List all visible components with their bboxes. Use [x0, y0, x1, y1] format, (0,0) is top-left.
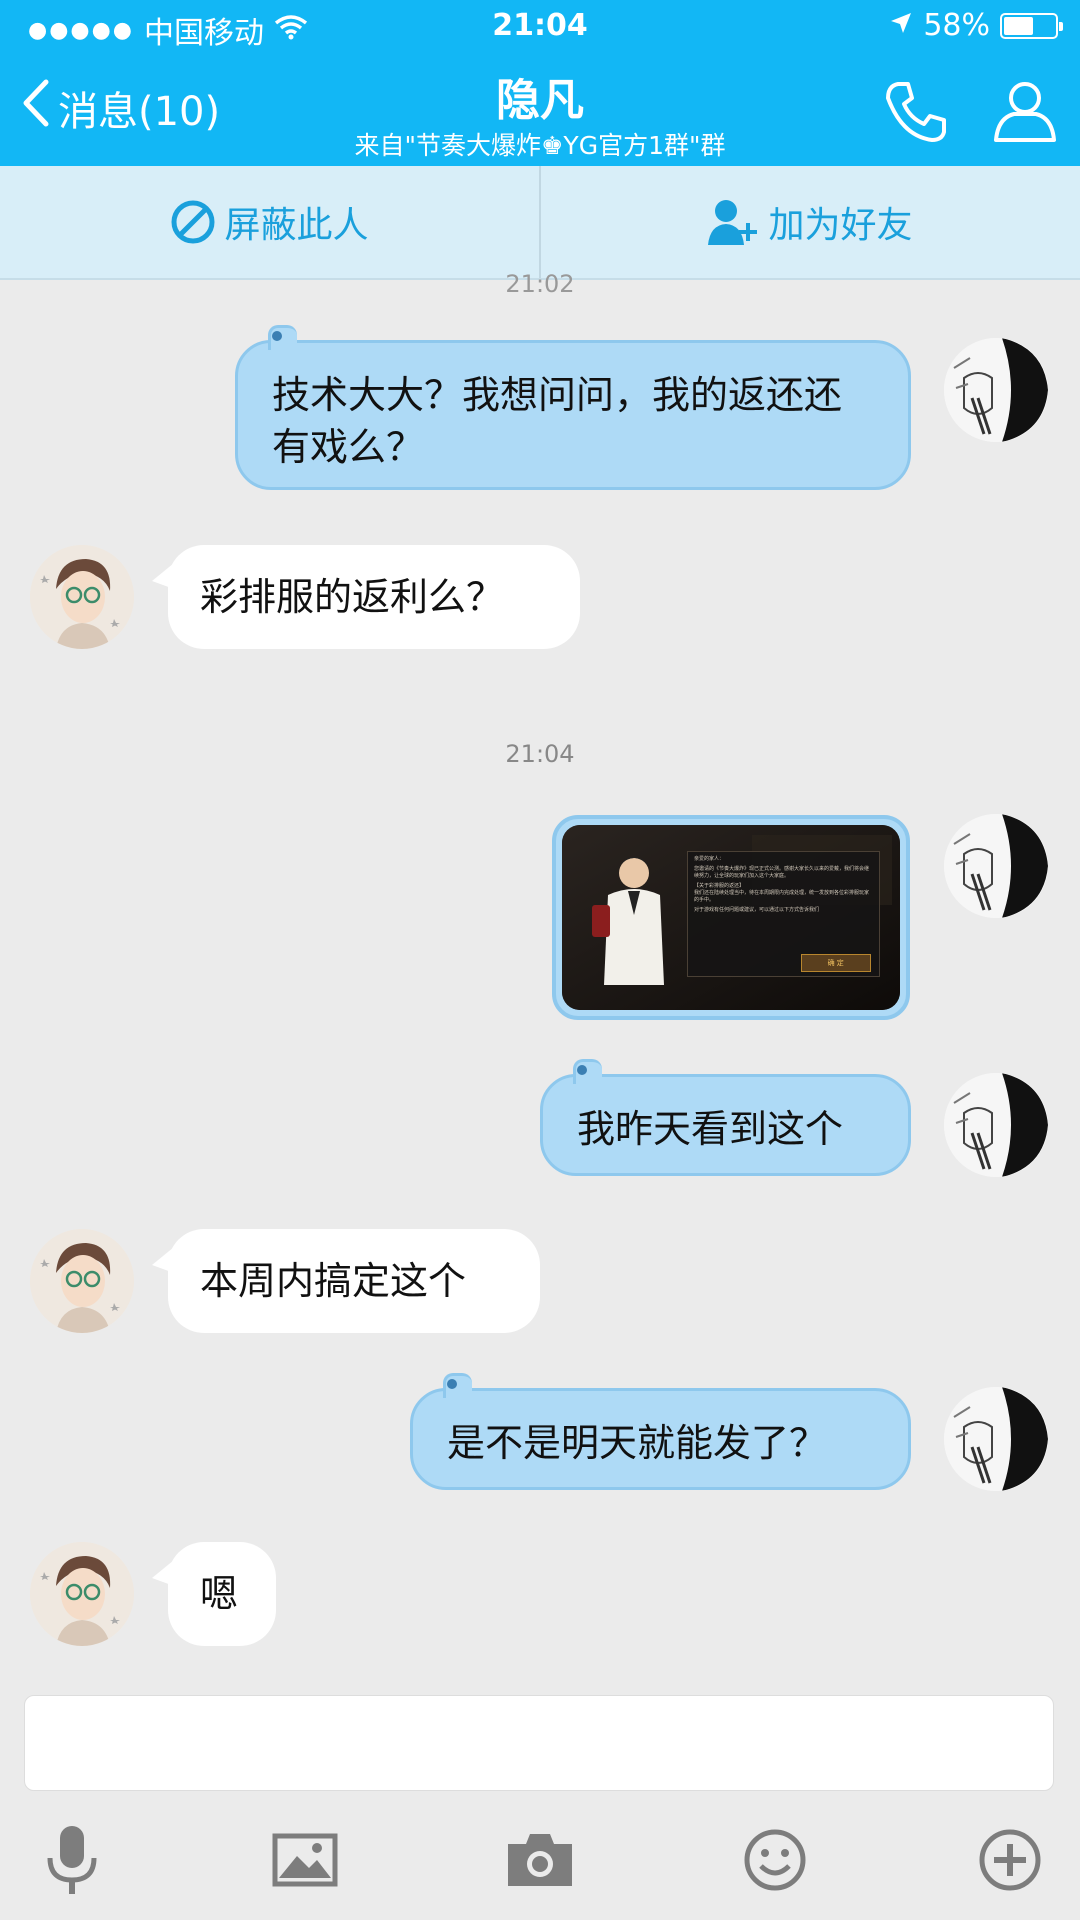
contact-avatar-image — [30, 545, 134, 649]
message-text: 技术大大？我想问问，我的返还还有戏么？ — [272, 373, 843, 469]
contact-avatar-image — [30, 1229, 134, 1333]
contact-avatar[interactable] — [30, 545, 134, 649]
notice-body: 您邀请的《节奏大爆炸》现已正式公测。感谢大家长久以来的爱戴，我们将会继续努力，让… — [694, 865, 870, 879]
my-avatar[interactable] — [944, 338, 1048, 442]
my-avatar[interactable] — [944, 1073, 1048, 1177]
contact-message-bubble[interactable]: 彩排服的返利么？ — [152, 545, 580, 649]
top-bar: ●●●●● 中国移动 21:04 58% 消息(10) 隐凡 来自"节奏大爆炸♚… — [0, 0, 1080, 166]
block-icon — [171, 200, 215, 244]
my-avatar-image — [944, 338, 1048, 442]
emoji-button[interactable] — [735, 1820, 815, 1900]
notice-heading: 【关于彩排服的返还】 — [694, 882, 745, 889]
mic-icon — [47, 1826, 97, 1894]
timestamp: 21:02 — [505, 270, 575, 298]
block-user-button[interactable]: 屏蔽此人 — [0, 166, 539, 278]
my-message-bubble[interactable]: 是不是明天就能发了？ — [410, 1373, 911, 1490]
notice-footer: 对于游戏有任何问题或建议，可以通过以下方式告诉我们 — [694, 906, 820, 913]
message-text: 嗯 — [200, 1572, 239, 1616]
my-message-bubble[interactable]: 我昨天看到这个 — [540, 1059, 911, 1176]
my-message-bubble[interactable]: 技术大大？我想问问，我的返还还有戏么？ — [235, 325, 911, 490]
message-text: 我昨天看到这个 — [577, 1107, 844, 1151]
voice-button[interactable] — [32, 1820, 112, 1900]
add-friend-icon — [708, 200, 758, 245]
notice-greeting: 亲爱的家人： — [694, 855, 725, 862]
camera-button[interactable] — [500, 1820, 580, 1900]
message-text: 彩排服的返利么？ — [200, 575, 505, 619]
my-avatar[interactable] — [944, 1387, 1048, 1491]
notice-confirm-button: 确 定 — [800, 953, 871, 972]
message-input[interactable] — [24, 1695, 1054, 1791]
status-bar: ●●●●● 中国移动 21:04 58% — [0, 0, 1080, 56]
notice-dialog: 亲爱的家人： 您邀请的《节奏大爆炸》现已正式公测。感谢大家长久以来的爱戴，我们将… — [687, 850, 880, 977]
my-avatar[interactable] — [944, 814, 1048, 918]
battery-percent: 58% — [923, 8, 990, 43]
plus-icon — [979, 1829, 1041, 1891]
image-message[interactable]: 亲爱的家人： 您邀请的《节奏大爆炸》现已正式公测。感谢大家长久以来的爱戴，我们将… — [552, 815, 910, 1020]
location-arrow-icon — [889, 8, 913, 43]
camera-icon — [508, 1834, 572, 1886]
photo-button[interactable] — [265, 1820, 345, 1900]
action-bar: 屏蔽此人 加为好友 — [0, 166, 1080, 280]
person-icon — [994, 82, 1056, 142]
timestamp: 21:04 — [505, 740, 575, 768]
my-avatar-image — [944, 814, 1048, 918]
message-text: 是不是明天就能发了？ — [447, 1421, 828, 1465]
contact-avatar[interactable] — [30, 1542, 134, 1646]
contact-message-bubble[interactable]: 本周内搞定这个 — [152, 1229, 540, 1333]
contact-avatar[interactable] — [30, 1229, 134, 1333]
input-toolbar — [0, 1800, 1080, 1920]
my-avatar-image — [944, 1073, 1048, 1177]
profile-button[interactable] — [990, 76, 1060, 146]
picture-icon — [272, 1833, 338, 1887]
contact-avatar-image — [30, 1542, 134, 1646]
add-friend-label: 加为好友 — [768, 205, 913, 246]
block-user-label: 屏蔽此人 — [224, 205, 369, 246]
my-avatar-image — [944, 1387, 1048, 1491]
phone-call-button[interactable] — [880, 76, 950, 146]
phone-icon — [886, 82, 946, 142]
battery-icon — [1000, 12, 1063, 39]
game-screenshot: 亲爱的家人： 您邀请的《节奏大爆炸》现已正式公测。感谢大家长久以来的爱戴，我们将… — [562, 825, 900, 1010]
notice-body-2: 我们还在陆续处理当中，待在本周期限内完成处理，统一发放到各位彩排服玩家的手中。 — [694, 889, 870, 903]
contact-message-bubble[interactable]: 嗯 — [152, 1542, 276, 1646]
emoji-icon — [744, 1829, 806, 1891]
add-friend-button[interactable]: 加为好友 — [541, 166, 1080, 278]
battery-level — [1004, 16, 1033, 35]
message-text: 本周内搞定这个 — [200, 1259, 467, 1303]
more-button[interactable] — [970, 1820, 1050, 1900]
